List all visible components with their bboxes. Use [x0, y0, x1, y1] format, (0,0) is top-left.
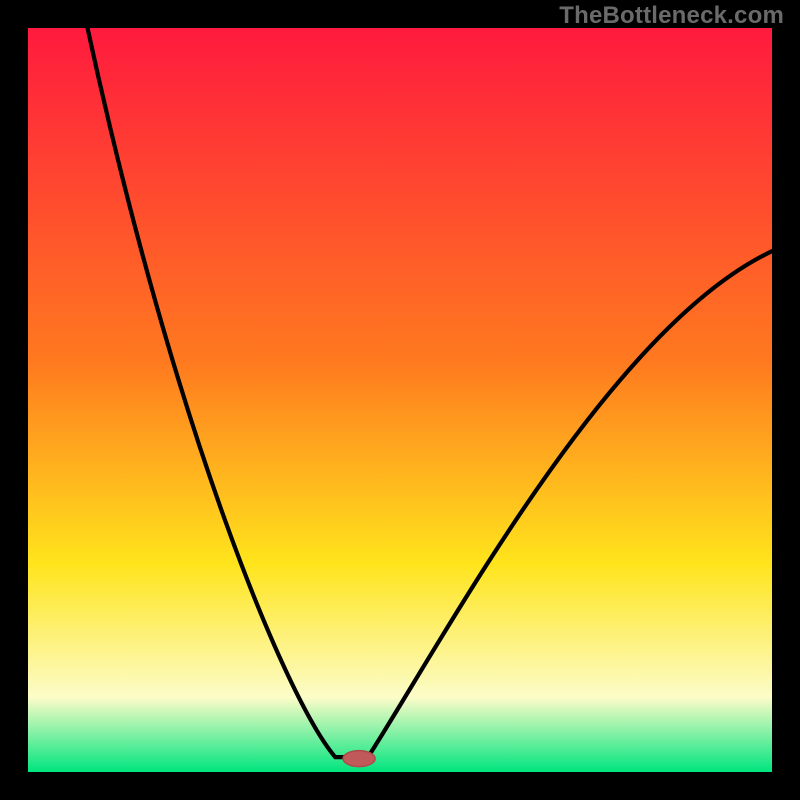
plot-background	[28, 28, 772, 772]
chart-frame: { "watermark": { "text": "TheBottleneck.…	[0, 0, 800, 800]
min-point-cursor[interactable]	[343, 751, 375, 767]
watermark-text: TheBottleneck.com	[559, 2, 784, 30]
chart-svg	[0, 0, 800, 800]
